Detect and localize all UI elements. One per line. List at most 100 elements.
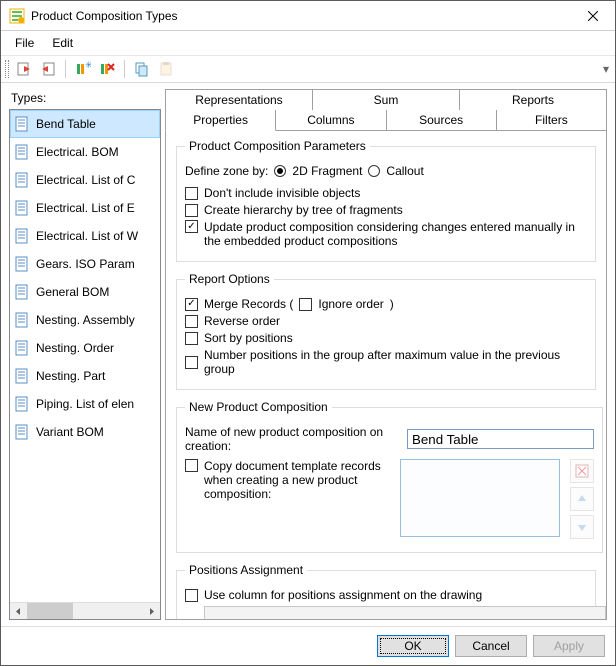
move-up-button[interactable] bbox=[570, 487, 594, 511]
types-label: Types: bbox=[11, 91, 161, 105]
document-icon bbox=[14, 144, 30, 160]
scroll-track[interactable] bbox=[27, 603, 143, 620]
dialog-footer: OK Cancel Apply bbox=[1, 626, 615, 665]
list-item[interactable]: Electrical. List of E bbox=[10, 194, 160, 222]
tab-representations[interactable]: Representations bbox=[165, 89, 313, 110]
tab-sources[interactable]: Sources bbox=[386, 110, 497, 131]
checkbox-ignore-order[interactable] bbox=[299, 298, 312, 311]
name-on-creation-label: Name of new product composition on creat… bbox=[185, 425, 401, 453]
checkbox-dont-include-invisible[interactable] bbox=[185, 187, 198, 200]
menu-file[interactable]: File bbox=[7, 34, 42, 52]
tab-row-bottom: Properties Columns Sources Filters bbox=[165, 110, 607, 131]
list-item[interactable]: Nesting. Assembly bbox=[10, 306, 160, 334]
scroll-right-button[interactable] bbox=[143, 603, 160, 620]
ok-button[interactable]: OK bbox=[377, 635, 449, 657]
document-icon bbox=[14, 200, 30, 216]
list-item-label: Piping. List of elen bbox=[36, 397, 134, 411]
list-item[interactable]: General BOM bbox=[10, 278, 160, 306]
tab-properties[interactable]: Properties bbox=[165, 110, 276, 131]
toolbar-paste-button[interactable] bbox=[155, 58, 177, 80]
horizontal-scrollbar[interactable] bbox=[10, 602, 160, 619]
list-item[interactable]: Electrical. List of W bbox=[10, 222, 160, 250]
checkbox-copy-template-records-label: Copy document template records when crea… bbox=[204, 459, 394, 501]
document-icon bbox=[14, 340, 30, 356]
list-item-label: Electrical. List of E bbox=[36, 201, 135, 215]
toolbar-export-button[interactable] bbox=[37, 58, 59, 80]
radio-2d-fragment-label: 2D Fragment bbox=[292, 164, 362, 178]
list-item[interactable]: Piping. List of elen bbox=[10, 390, 160, 418]
scroll-left-button[interactable] bbox=[10, 603, 27, 620]
checkbox-use-column-positions[interactable] bbox=[185, 589, 198, 602]
document-icon bbox=[14, 228, 30, 244]
list-item[interactable]: Nesting. Part bbox=[10, 362, 160, 390]
tab-columns[interactable]: Columns bbox=[275, 110, 386, 131]
document-icon bbox=[14, 116, 30, 132]
toolbar-add-button[interactable]: ✳ bbox=[72, 58, 94, 80]
positions-column-select bbox=[204, 606, 606, 620]
close-button[interactable] bbox=[570, 1, 615, 30]
checkbox-reverse-order-label: Reverse order bbox=[204, 314, 280, 328]
menubar: File Edit bbox=[1, 31, 615, 55]
document-icon bbox=[14, 312, 30, 328]
name-on-creation-input[interactable] bbox=[407, 429, 594, 449]
toolbar-separator bbox=[124, 60, 125, 78]
list-item-label: Variant BOM bbox=[36, 425, 104, 439]
list-item[interactable]: Gears. ISO Param bbox=[10, 250, 160, 278]
tab-row-top: Representations Sum Reports bbox=[165, 89, 607, 110]
checkbox-reverse-order[interactable] bbox=[185, 315, 198, 328]
list-item[interactable]: Nesting. Order bbox=[10, 334, 160, 362]
report-options-group: Report Options Merge Records ( Ignore or… bbox=[176, 272, 596, 390]
checkbox-sort-positions-label: Sort by positions bbox=[204, 331, 293, 345]
list-item-label: General BOM bbox=[36, 285, 109, 299]
checkbox-create-hierarchy[interactable] bbox=[185, 204, 198, 217]
document-icon bbox=[14, 424, 30, 440]
list-item[interactable]: Variant BOM bbox=[10, 418, 160, 446]
checkbox-dont-include-invisible-label: Don't include invisible objects bbox=[204, 186, 360, 200]
checkbox-merge-records[interactable] bbox=[185, 298, 198, 311]
delete-record-button[interactable] bbox=[570, 459, 594, 483]
list-item[interactable]: Bend Table bbox=[10, 110, 160, 138]
positions-assignment-group: Positions Assignment Use column for posi… bbox=[176, 563, 596, 620]
list-item[interactable]: Electrical. List of C bbox=[10, 166, 160, 194]
checkbox-update-composition[interactable] bbox=[185, 220, 198, 233]
document-icon bbox=[14, 368, 30, 384]
product-composition-parameters-group: Product Composition Parameters Define zo… bbox=[176, 139, 596, 262]
toolbar-delete-button[interactable] bbox=[96, 58, 118, 80]
toolbar-copy-button[interactable] bbox=[131, 58, 153, 80]
document-icon bbox=[14, 396, 30, 412]
checkbox-number-positions-label: Number positions in the group after maxi… bbox=[204, 348, 587, 376]
product-composition-types-dialog: Product Composition Types File Edit ✳ ▾ … bbox=[0, 0, 616, 666]
apply-button[interactable]: Apply bbox=[533, 635, 605, 657]
checkbox-ignore-order-label: Ignore order bbox=[318, 297, 383, 311]
list-item-label: Electrical. BOM bbox=[36, 145, 119, 159]
toolbar-import-button[interactable] bbox=[13, 58, 35, 80]
move-down-button[interactable] bbox=[570, 515, 594, 539]
document-icon bbox=[14, 284, 30, 300]
types-listbox[interactable]: Bend Table Electrical. BOM Electrical. Lis… bbox=[9, 109, 161, 620]
types-panel: Types: Bend Table Electrical. BOM Electric… bbox=[9, 89, 161, 620]
svg-text:✳: ✳ bbox=[85, 61, 91, 70]
scroll-thumb[interactable] bbox=[27, 603, 73, 620]
checkbox-copy-template-records[interactable] bbox=[185, 459, 198, 472]
radio-callout[interactable] bbox=[368, 165, 380, 177]
list-item-label: Electrical. List of C bbox=[36, 173, 135, 187]
define-zone-label: Define zone by: bbox=[185, 164, 268, 178]
list-item-label: Nesting. Assembly bbox=[36, 313, 135, 327]
radio-2d-fragment[interactable] bbox=[274, 165, 286, 177]
checkbox-sort-positions[interactable] bbox=[185, 332, 198, 345]
list-item-label: Bend Table bbox=[36, 117, 96, 131]
checkbox-number-positions[interactable] bbox=[185, 356, 198, 369]
template-records-listbox[interactable] bbox=[400, 459, 560, 537]
tab-reports[interactable]: Reports bbox=[459, 89, 607, 110]
document-icon bbox=[14, 256, 30, 272]
cancel-button[interactable]: Cancel bbox=[455, 635, 527, 657]
menu-edit[interactable]: Edit bbox=[44, 34, 81, 52]
list-item[interactable]: Electrical. BOM bbox=[10, 138, 160, 166]
toolbar-overflow[interactable]: ▾ bbox=[601, 62, 611, 76]
window-title: Product Composition Types bbox=[31, 9, 570, 23]
group-legend: Report Options bbox=[185, 272, 274, 286]
titlebar: Product Composition Types bbox=[1, 1, 615, 31]
toolbar-grip[interactable] bbox=[5, 60, 9, 78]
tab-filters[interactable]: Filters bbox=[496, 110, 607, 131]
tab-sum[interactable]: Sum bbox=[312, 89, 460, 110]
